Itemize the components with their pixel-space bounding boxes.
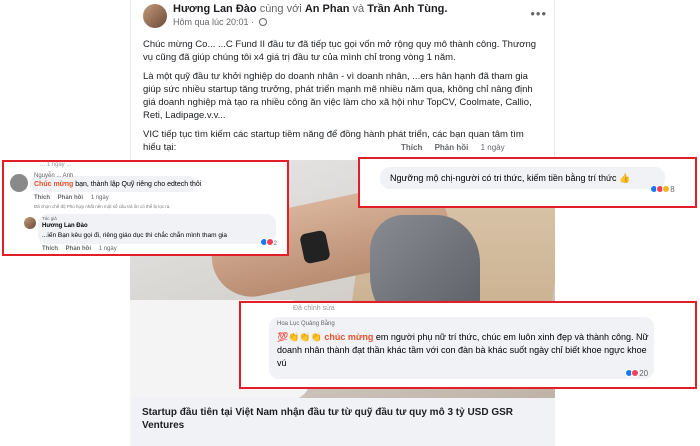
author-avatar[interactable]: [143, 4, 167, 28]
reply-link[interactable]: Phản hồi: [58, 195, 83, 201]
comment-bubble: Ngưỡng mộ chị-người có tri thức, kiếm ti…: [380, 167, 665, 189]
post-header: Hương Lan Đào cùng với An Phan và Trần A…: [143, 0, 553, 32]
heart-reaction-icon: [631, 369, 639, 377]
comment-bubble: Hoa Lục Quảng Bằng 💯👏👏👏 chúc mừng em ngư…: [269, 317, 654, 379]
link-caption[interactable]: Startup đầu tiên tại Việt Nam nhận đầu t…: [130, 398, 555, 446]
edited-label: Đã chỉnh sửa: [293, 305, 335, 312]
comment-text: Ngưỡng mộ chị-người có tri thức, kiếm ti…: [390, 173, 631, 183]
like-link[interactable]: Thích: [34, 195, 50, 201]
highlight-word: Chúc mừng: [34, 181, 74, 188]
reply-time[interactable]: 1 ngày: [99, 246, 117, 252]
comment-time[interactable]: 1 ngày: [481, 143, 505, 152]
reply-bubble: Tác giả Hương Lan Đào ...iến Bạn kêu gọi…: [38, 214, 276, 244]
reaction-count[interactable]: 2: [260, 238, 277, 247]
and-word: và: [352, 3, 365, 15]
author-line: Hương Lan Đào cùng với An Phan và Trần A…: [173, 3, 447, 15]
reply-link[interactable]: Phản hồi: [66, 246, 91, 252]
like-link[interactable]: Thích: [401, 143, 422, 152]
screenshot-stage: Hương Lan Đào cùng với An Phan và Trần A…: [0, 0, 700, 446]
reply-text: ...iến Bạn kêu gọi đi, riêng giáo dục th…: [42, 232, 228, 239]
reply-actions: Thích Phản hồi 1 ngày: [42, 246, 123, 252]
tagged-user-2[interactable]: Trần Anh Tùng.: [367, 3, 447, 15]
tagged-user-1[interactable]: An Phan: [305, 3, 350, 15]
commenter-avatar[interactable]: [10, 174, 28, 192]
author-tag: Tác giả: [42, 216, 57, 221]
reaction-count[interactable]: 20: [625, 369, 648, 378]
like-link[interactable]: Thích: [42, 246, 58, 252]
post-paragraph-2: Là một quỹ đầu tư khởi nghiệp do doanh n…: [143, 71, 533, 121]
reply-link[interactable]: Phản hồi: [435, 143, 469, 152]
commenter-name[interactable]: Hoa Lục Quảng Bằng: [277, 321, 335, 327]
reply-avatar[interactable]: [24, 217, 36, 229]
faded-actions: ... 1 ngày ...: [40, 162, 72, 168]
highlight-box-top-right: Ngưỡng mộ chị-người có tri thức, kiếm ti…: [358, 157, 697, 208]
comment-actions: Thích Phản hồi 1 ngày: [401, 143, 515, 152]
commenter-name[interactable]: Nguyễn ... Anh: [34, 173, 73, 179]
clap-emoji: 💯👏👏👏: [277, 332, 322, 342]
reaction-number: 2: [273, 241, 278, 247]
reaction-number: 20: [639, 369, 649, 378]
filter-note: Đã chọn chế độ Phù hợp nhất nên một số c…: [34, 204, 171, 209]
comment-text: Chúc mừng bạn, thành lập Quỹ riêng cho e…: [34, 181, 201, 188]
post-body: Chúc mừng Co... ...C Fund II đầu tư đã t…: [143, 38, 543, 160]
reaction-number: 8: [670, 185, 675, 194]
wow-reaction-icon: [662, 185, 670, 193]
author-name[interactable]: Hương Lan Đào: [173, 3, 257, 15]
reaction-count[interactable]: 8: [650, 185, 675, 194]
post-paragraph-1: Chúc mừng Co... ...C Fund II đầu tư đã t…: [143, 39, 537, 63]
comment-bubble: Nguyễn ... Anh Chúc mừng bạn, thành lập …: [30, 173, 201, 192]
post-time[interactable]: Hôm qua lúc 20:01 ·: [173, 17, 267, 27]
globe-icon: [258, 18, 267, 26]
post-time-text: Hôm qua lúc 20:01 ·: [173, 17, 255, 27]
comment-text-rest: bạn, thành lập Quỹ riêng cho edtech thôi: [73, 181, 202, 188]
highlight-word: chúc mừng: [324, 332, 374, 342]
reply-name[interactable]: Hương Lan Đào: [42, 223, 88, 229]
more-options-icon[interactable]: •••: [530, 6, 547, 21]
comment-actions: Thích Phản hồi 1 ngày: [34, 195, 115, 201]
with-word: cùng với: [259, 3, 302, 15]
comment-time[interactable]: 1 ngày: [91, 195, 109, 201]
highlight-box-bottom-right: Đã chỉnh sửa Hoa Lục Quảng Bằng 💯👏👏👏 chú…: [239, 301, 697, 389]
highlight-box-left: ... 1 ngày ... Nguyễn ... Anh Chúc mừng …: [2, 160, 289, 256]
comment-text: 💯👏👏👏 chúc mừng em người phụ nữ trí thức,…: [277, 331, 649, 370]
